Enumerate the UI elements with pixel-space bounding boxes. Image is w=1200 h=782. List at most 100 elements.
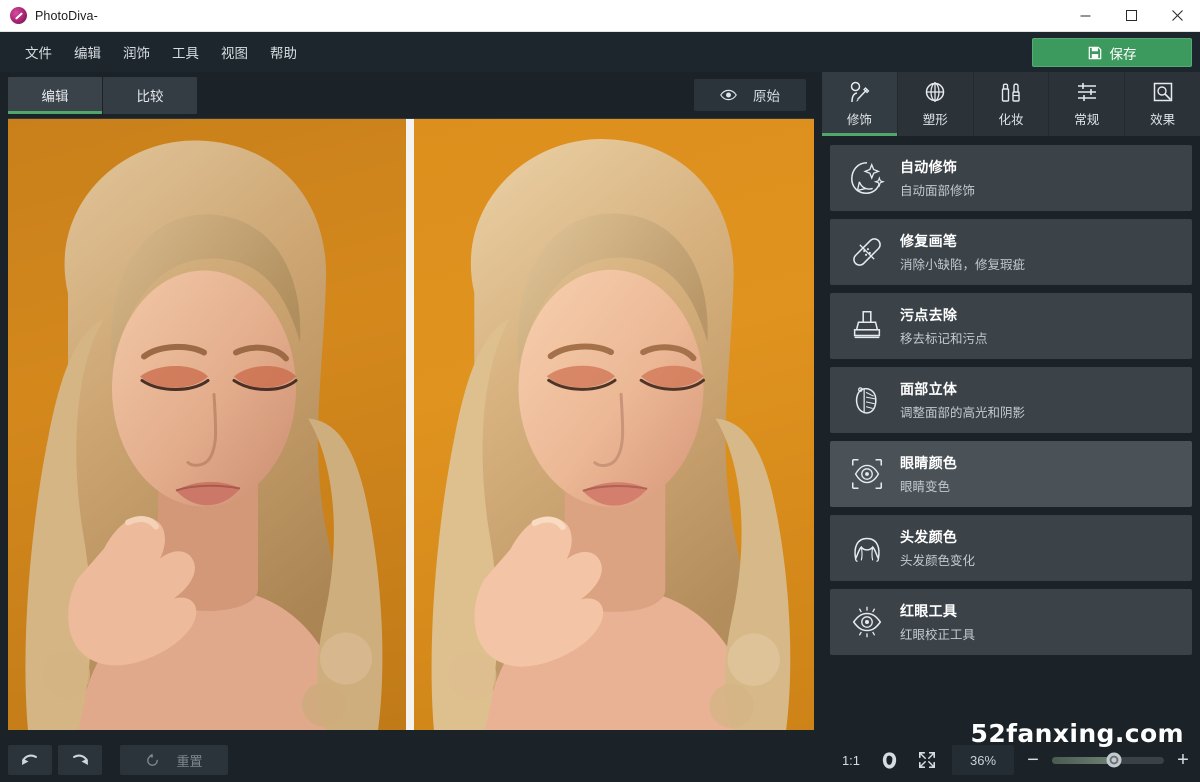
panel-tab-reshape[interactable]: 塑形	[897, 72, 974, 136]
photodiva-app-window: PhotoDiva- 文件 编辑 润饰 工具 视图 帮助 保存 编辑 比较 原始…	[0, 0, 1200, 782]
tool-subtitle: 消除小缺陷，修复瑕疵	[900, 258, 1026, 272]
sliders-icon	[1077, 83, 1096, 101]
image-pane-after[interactable]	[414, 119, 814, 730]
tool-title: 自动修饰	[900, 159, 958, 175]
tool-subtitle: 头发颜色变化	[900, 554, 976, 568]
tool-item-spot-removal-text: 污点去除 移去标记和污点	[900, 305, 988, 347]
tool-item-auto-retouch[interactable]: 自动修饰 自动面部修饰	[830, 145, 1192, 211]
menu-item-edit[interactable]: 编辑	[63, 37, 112, 67]
zoom-slider[interactable]	[1052, 752, 1164, 768]
menu-item-view[interactable]: 视图	[210, 37, 259, 67]
minimize-button[interactable]	[1062, 0, 1108, 32]
panel-tab-general-label: 常规	[1074, 113, 1100, 127]
tool-title: 头发颜色	[900, 529, 958, 545]
reshape-globe-icon	[925, 82, 945, 102]
panel-tab-retouch-label: 修饰	[846, 113, 872, 127]
panel-tab-reshape-label: 塑形	[922, 113, 948, 127]
red-eye-icon	[852, 606, 882, 638]
eye-color-icon	[851, 458, 883, 490]
clone-stamp-icon	[853, 310, 881, 339]
tool-subtitle: 眼睛变色	[900, 480, 951, 494]
menu-item-file[interactable]: 文件	[14, 37, 63, 67]
workspace-toolbar: 编辑 比较 原始	[0, 72, 822, 118]
portrait-before-artwork	[25, 140, 383, 730]
redo-icon	[73, 754, 88, 765]
zoom-out-button[interactable]: −	[1024, 750, 1042, 770]
undo-button[interactable]	[8, 745, 52, 775]
auto-retouch-icon	[851, 162, 885, 194]
save-disk-icon	[1088, 46, 1101, 59]
redo-button[interactable]	[58, 745, 102, 775]
zoom-percentage-value[interactable]: 36%	[952, 745, 1014, 775]
tool-title: 红眼工具	[900, 603, 958, 619]
panel-tab-group: 修饰 塑形 化妆 常规 效果	[822, 72, 1200, 136]
tool-panel: 修饰 塑形 化妆 常规 效果 自动修饰 自动面部修饰 修复画笔 消除小缺陷，修复…	[822, 72, 1200, 738]
tool-item-healing-brush[interactable]: 修复画笔 消除小缺陷，修复瑕疵	[830, 219, 1192, 285]
tool-subtitle: 自动面部修饰	[900, 184, 976, 198]
face-sculpt-icon	[855, 387, 877, 414]
zoom-slider-fill	[1052, 756, 1114, 764]
face-fit-icon	[882, 751, 896, 769]
menu-item-tools[interactable]: 工具	[161, 37, 210, 67]
reset-circular-arrow-icon	[147, 752, 159, 766]
window-title: PhotoDiva-	[35, 8, 98, 23]
compare-canvas[interactable]	[8, 118, 814, 730]
compare-divider[interactable]	[406, 119, 414, 730]
zoom-fit-face-button[interactable]	[870, 745, 908, 775]
fit-screen-icon	[918, 751, 936, 769]
zoom-one-to-one-button[interactable]: 1:1	[832, 745, 870, 775]
tool-item-red-eye[interactable]: 红眼工具 红眼校正工具	[830, 589, 1192, 655]
main-body: 编辑 比较 原始 修饰 塑形 化妆 常规 效果 自动修饰 自动面部修饰 修复画笔…	[0, 72, 1200, 738]
zoom-slider-group: − +	[1024, 750, 1192, 770]
show-original-button[interactable]: 原始	[694, 79, 806, 111]
panel-tab-effects-label: 效果	[1150, 113, 1176, 127]
tool-item-red-eye-text: 红眼工具 红眼校正工具	[900, 601, 975, 643]
tool-list: 自动修饰 自动面部修饰 修复画笔 消除小缺陷，修复瑕疵 污点去除 移去标记和污点…	[822, 136, 1200, 738]
zoom-fit-screen-button[interactable]	[908, 745, 946, 775]
portrait-after-artwork	[431, 139, 791, 730]
eye-icon	[720, 89, 737, 101]
tool-item-eye-color-text: 眼睛颜色 眼睛变色	[900, 453, 957, 495]
panel-tab-retouch[interactable]: 修饰	[822, 72, 898, 136]
menu-item-retouch[interactable]: 润饰	[112, 37, 161, 67]
tool-item-hair-color[interactable]: 头发颜色 头发颜色变化	[830, 515, 1192, 581]
tool-item-healing-brush-text: 修复画笔 消除小缺陷，修复瑕疵	[900, 231, 1025, 273]
undo-icon	[22, 754, 37, 765]
tool-item-spot-removal[interactable]: 污点去除 移去标记和污点	[830, 293, 1192, 359]
healing-brush-icon	[853, 238, 881, 266]
menu-item-help[interactable]: 帮助	[259, 37, 308, 67]
panel-tab-effects[interactable]: 效果	[1125, 72, 1200, 136]
panel-tab-makeup[interactable]: 化妆	[973, 72, 1050, 136]
tool-item-hair-color-text: 头发颜色 头发颜色变化	[900, 527, 975, 569]
save-button[interactable]: 保存	[1032, 38, 1192, 67]
tool-subtitle: 红眼校正工具	[900, 628, 976, 642]
panel-tab-general[interactable]: 常规	[1049, 72, 1126, 136]
zoom-slider-thumb[interactable]	[1106, 752, 1122, 768]
maximize-button[interactable]	[1108, 0, 1154, 32]
canvas-area	[0, 118, 822, 738]
reset-button[interactable]: 重置	[120, 745, 228, 775]
mode-tab-edit-label: 编辑	[41, 89, 69, 104]
hair-color-icon	[854, 537, 880, 562]
photodiva-logo-icon	[10, 7, 27, 24]
workspace-column: 编辑 比较 原始	[0, 72, 822, 738]
portrait-before	[8, 119, 406, 730]
zoom-in-button[interactable]: +	[1174, 750, 1192, 770]
tool-subtitle: 移去标记和污点	[900, 332, 988, 346]
image-pane-before[interactable]	[8, 119, 406, 730]
tool-item-auto-retouch-text: 自动修饰 自动面部修饰	[900, 157, 975, 199]
tool-title: 污点去除	[900, 307, 958, 323]
mode-tab-compare[interactable]: 比较	[103, 76, 197, 114]
retouch-face-icon	[851, 81, 870, 103]
tool-title: 眼睛颜色	[900, 455, 958, 471]
tool-item-eye-color[interactable]: 眼睛颜色 眼睛变色	[830, 441, 1192, 507]
zoom-controls: 1:1 36% − +	[832, 745, 1192, 775]
mode-tab-edit[interactable]: 编辑	[8, 76, 102, 114]
panel-tab-makeup-label: 化妆	[998, 113, 1024, 127]
makeup-lipstick-icon	[1001, 83, 1020, 102]
tool-item-face-sculpt[interactable]: 面部立体 调整面部的高光和阴影	[830, 367, 1192, 433]
mode-tab-compare-label: 比较	[136, 89, 164, 104]
watermark: 52fanxing.com	[970, 719, 1184, 748]
reset-button-label: 重置	[176, 753, 203, 769]
close-button[interactable]	[1154, 0, 1200, 32]
